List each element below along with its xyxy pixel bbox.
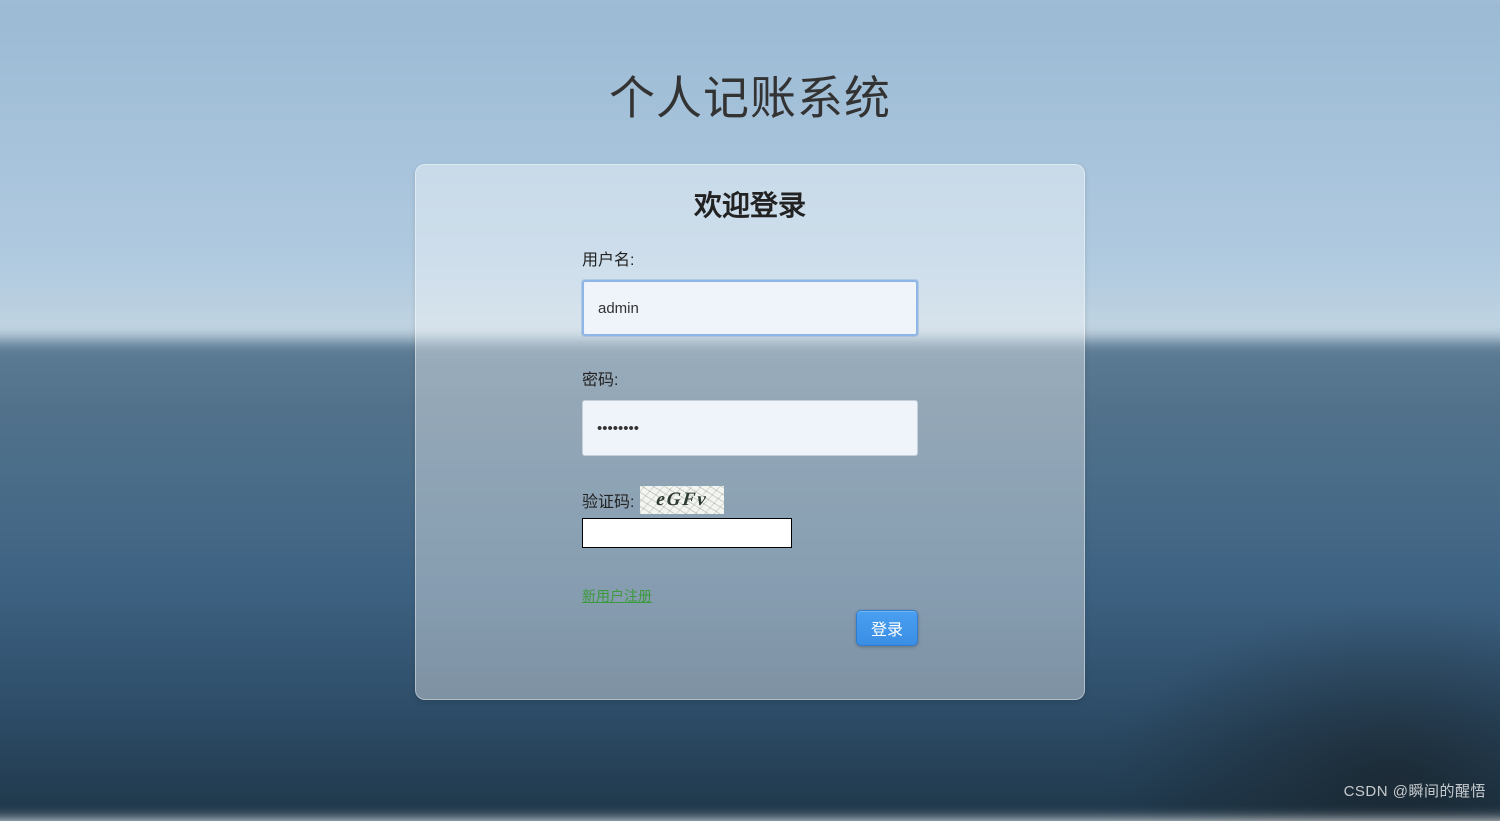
register-link[interactable]: 新用户注册 — [582, 586, 652, 606]
captcha-row: 验证码: eGFv — [582, 486, 918, 514]
username-label: 用户名: — [582, 246, 918, 270]
password-label: 密码: — [582, 366, 918, 390]
password-input[interactable] — [582, 400, 918, 456]
login-card: 欢迎登录 用户名: 密码: 验证码: eGFv 新用户注册 登录 — [415, 164, 1085, 700]
login-button-row: 登录 — [582, 610, 918, 646]
captcha-image[interactable]: eGFv — [640, 486, 724, 514]
watermark: CSDN @瞬间的醒悟 — [1344, 780, 1486, 801]
captcha-input[interactable] — [582, 518, 792, 548]
username-input[interactable] — [582, 280, 918, 336]
page-wrap: 个人记账系统 欢迎登录 用户名: 密码: 验证码: eGFv 新用户注册 登录 — [0, 0, 1500, 809]
page-title: 个人记账系统 — [609, 62, 891, 128]
card-title: 欢迎登录 — [694, 184, 806, 224]
captcha-text: eGFv — [640, 486, 724, 514]
captcha-label: 验证码: — [582, 488, 634, 512]
login-form: 用户名: 密码: 验证码: eGFv 新用户注册 登录 — [582, 246, 918, 646]
login-button[interactable]: 登录 — [856, 610, 918, 646]
